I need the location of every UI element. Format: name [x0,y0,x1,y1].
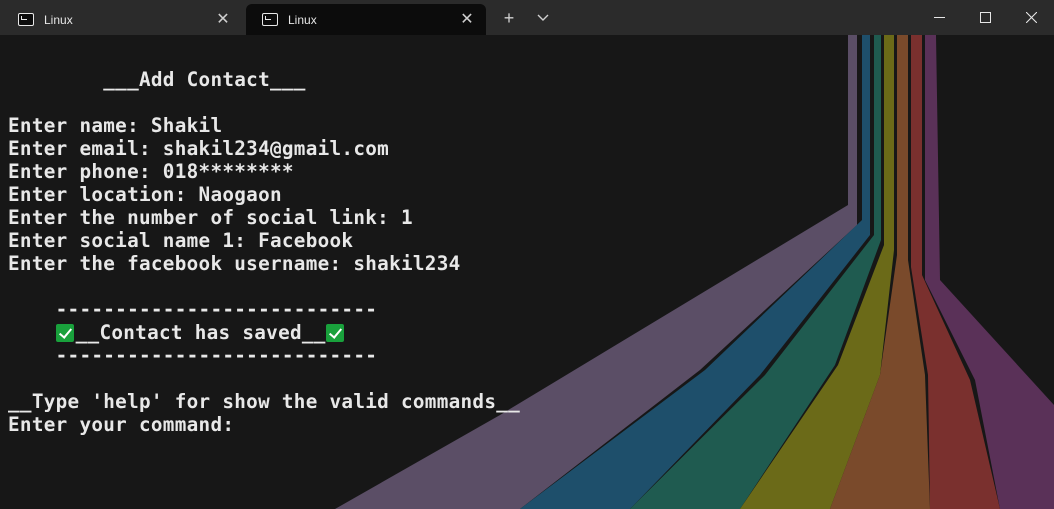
tab-dropdown-button[interactable] [527,4,559,32]
saved-message: __Contact has saved__ [75,321,326,344]
terminal-window: Linux ✕ Linux ✕ + ___Add Contact___ Ente… [0,0,1054,509]
maximize-icon [979,12,991,23]
tab-linux-1[interactable]: Linux ✕ [2,4,242,35]
plus-icon: + [503,7,515,28]
title-bar: Linux ✕ Linux ✕ + [0,0,1054,35]
close-icon [1025,12,1037,23]
close-icon[interactable]: ✕ [452,4,482,35]
maximize-button[interactable] [962,0,1008,35]
separator-top: --------------------------- [8,298,378,321]
terminal-icon [262,13,278,26]
prompt-social-name: Enter social name 1: Facebook [8,229,354,252]
separator-bottom: --------------------------- [8,344,378,367]
terminal-pane[interactable]: ___Add Contact___ Enter name: Shakil Ent… [0,35,1054,509]
tab-linux-2[interactable]: Linux ✕ [246,4,486,35]
prompt-email: Enter email: shakil234@gmail.com [8,137,390,160]
prompt-location: Enter location: Naogaon [8,183,282,206]
prompt-phone: Enter phone: 018******** [8,160,294,183]
check-mark-icon [55,324,74,342]
minimize-button[interactable] [916,0,962,35]
chevron-down-icon [537,14,549,21]
terminal-icon [18,13,34,26]
new-tab-button[interactable]: + [493,4,525,32]
tab-title: Linux [44,12,73,27]
prompt-facebook-username: Enter the facebook username: shakil234 [8,252,461,275]
command-prompt[interactable]: Enter your command: [8,413,520,436]
prompt-name: Enter name: Shakil [8,114,223,137]
close-window-button[interactable] [1008,0,1054,35]
saved-message-line: __Contact has saved__ [8,321,520,344]
terminal-output: ___Add Contact___ Enter name: Shakil Ent… [8,68,520,436]
tab-title: Linux [288,12,317,27]
prompt-social-count: Enter the number of social link: 1 [8,206,413,229]
help-hint: __Type 'help' for show the valid command… [8,390,521,413]
close-icon[interactable]: ✕ [208,4,238,35]
check-mark-icon [325,324,344,342]
heading: ___Add Contact___ [8,68,306,91]
minimize-icon [933,17,945,18]
